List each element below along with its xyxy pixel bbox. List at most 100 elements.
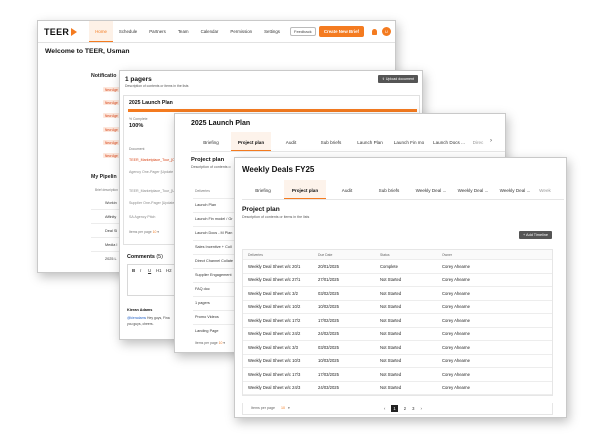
owner-cell: Corey Ahearne xyxy=(442,358,470,364)
delivery-cell: Weekly Deal Sheet w/c 17/3 xyxy=(248,371,301,377)
tab-audit[interactable]: Audit xyxy=(271,132,311,151)
owner-cell: Corey Ahearne xyxy=(442,263,470,269)
table-row[interactable]: Weekly Deal Sheet w/c 17/3 17/03/2025 Not … xyxy=(243,368,552,382)
tab-weekly-deal[interactable]: Weekly Deal ... xyxy=(410,180,452,199)
table-row[interactable]: Weekly Deal Sheet w/c 10/3 10/03/2025 Not … xyxy=(243,355,552,368)
tab-sub-briefs[interactable]: Sub briefs xyxy=(311,132,351,151)
table-row[interactable]: Weekly Deal Sheet w/c 27/1 27/01/2025 Not … xyxy=(243,274,552,287)
table-row[interactable]: Launch Fin model / Gr xyxy=(195,217,233,221)
nav-permission[interactable]: Permission xyxy=(224,21,258,42)
upload-document-button[interactable]: ⇪ Upload document xyxy=(377,75,418,83)
nav-team[interactable]: Team xyxy=(172,21,195,42)
column-header-due-date[interactable]: Due Date xyxy=(313,253,375,257)
due-date-cell: 27/01/2025 xyxy=(318,277,339,283)
feedback-button[interactable]: Feedback xyxy=(290,27,316,36)
table-row[interactable]: Weekly Deal Sheet w/c 3/2 03/02/2025 Not S… xyxy=(243,287,552,301)
project-title: Weekly Deals FY25 xyxy=(242,165,315,174)
tab-weekly-deal[interactable]: Weekly Deal ... xyxy=(494,180,536,199)
pipeline-row[interactable]: Workin xyxy=(105,201,117,205)
table-row[interactable]: Sales Incentive + Coll xyxy=(195,245,232,249)
nav-home[interactable]: Home xyxy=(89,21,113,42)
table-row[interactable]: Direct Channel Collate xyxy=(195,259,233,263)
tab-briefing[interactable]: Briefing xyxy=(191,132,231,151)
tab-direct[interactable]: Direc xyxy=(469,132,487,151)
progress-bar xyxy=(128,109,417,112)
tab-sub-briefs[interactable]: Sub briefs xyxy=(368,180,410,199)
welcome-heading: Welcome to TEER, Usman xyxy=(45,48,130,55)
tab-project-plan[interactable]: Project plan xyxy=(284,180,326,199)
prev-page-button[interactable]: ‹ xyxy=(384,406,385,411)
nav-calendar[interactable]: Calendar xyxy=(195,21,225,42)
pipeline-title: My Pipelin xyxy=(91,174,117,180)
document-link[interactable]: Agency One-Pager [Update xyxy=(129,170,173,174)
items-per-page-label: Items per page xyxy=(195,341,218,345)
tab-launch-fin-model[interactable]: Launch Fin mo xyxy=(389,132,429,151)
divider xyxy=(193,254,235,255)
nav-settings[interactable]: Settings xyxy=(258,21,286,42)
table-row[interactable]: Launch Docs - M Plan xyxy=(195,231,232,235)
pipeline-row[interactable]: 2025 L xyxy=(105,257,117,261)
italic-button[interactable]: I xyxy=(140,268,141,273)
status-cell: Not Started xyxy=(380,304,402,310)
tab-launch-plan[interactable]: Launch Plan xyxy=(351,132,389,151)
table-row[interactable]: Weekly Deal Sheet w/c 24/2 24/02/2025 Not … xyxy=(243,328,552,341)
pipeline-row[interactable]: Affinity xyxy=(105,215,116,219)
column-header-deliveries[interactable]: Deliveries xyxy=(243,253,313,257)
table-row[interactable]: Weekly Deal Sheet w/c 17/2 17/02/2025 Not … xyxy=(243,314,552,328)
document-link[interactable]: TEER_Marketplace_Tour_[Cli xyxy=(129,158,176,162)
table-row[interactable]: 1 pagers xyxy=(195,301,210,305)
delivery-cell: Weekly Deal Sheet w/c 10/2 xyxy=(248,304,301,310)
heading1-button[interactable]: H1 xyxy=(156,268,162,273)
table-row[interactable]: FAQ doc xyxy=(195,287,210,291)
top-navigation: TEER Home Schedule Partners Team Calenda… xyxy=(38,21,395,43)
pipeline-row[interactable]: Deal Sl xyxy=(105,229,117,233)
heading2-button[interactable]: H2 xyxy=(166,268,172,273)
pipeline-row[interactable]: Media I xyxy=(105,243,117,247)
teer-logo[interactable]: TEER xyxy=(44,27,78,37)
tab-project-plan[interactable]: Project plan xyxy=(231,132,271,151)
nav-schedule[interactable]: Schedule xyxy=(113,21,143,42)
page-3-button[interactable]: 3 xyxy=(412,406,414,411)
tab-weekly-deal[interactable]: Weekly Deal ... xyxy=(452,180,494,199)
notification-tag: New Age xyxy=(103,100,120,105)
bold-button[interactable]: B xyxy=(132,268,135,273)
tab-briefing[interactable]: Briefing xyxy=(242,180,284,199)
items-per-page[interactable]: Items per page 10 ▾ xyxy=(129,230,159,234)
table-row[interactable]: Landing Page xyxy=(195,329,218,333)
page-2-button[interactable]: 2 xyxy=(404,406,406,411)
items-per-page-value: 10 xyxy=(218,341,223,345)
tab-launch-docs[interactable]: Launch Docs ... xyxy=(429,132,469,151)
table-row[interactable]: Launch Plan xyxy=(195,203,216,207)
comment-mention[interactable]: @kieradams xyxy=(127,316,146,320)
table-row[interactable]: Weekly Deal Sheet w/c 20/1 20/01/2025 Comp… xyxy=(243,260,552,274)
tab-audit[interactable]: Audit xyxy=(326,180,368,199)
column-header-owner[interactable]: Owner xyxy=(437,253,552,257)
table-row[interactable]: Promo Videos xyxy=(195,315,219,319)
table-row[interactable]: Weekly Deal Sheet w/c 3/3 03/03/2025 Not S… xyxy=(243,341,552,355)
delivery-cell: Weekly Deal Sheet w/c 10/3 xyxy=(248,358,301,364)
next-page-button[interactable]: › xyxy=(420,406,421,411)
document-link[interactable]: TEER_Marketplace_Tour_[Up xyxy=(129,189,177,193)
column-header-status[interactable]: Status xyxy=(375,253,437,257)
document-link[interactable]: SA Agency Pitch xyxy=(129,215,155,219)
underline-button[interactable]: U xyxy=(148,268,151,273)
items-per-page[interactable]: Items per page 10 ▾ xyxy=(195,341,225,345)
nav-partners[interactable]: Partners xyxy=(143,21,172,42)
table-row[interactable]: Weekly Deal Sheet w/c 10/2 10/02/2025 Not … xyxy=(243,301,552,314)
page-1-button[interactable]: 1 xyxy=(391,405,398,412)
chevron-right-icon[interactable]: › xyxy=(487,132,492,151)
table-row[interactable]: Supplier Engagement xyxy=(195,273,232,277)
table-row[interactable]: Weekly Deal Sheet w/c 24/3 24/03/2025 Not … xyxy=(243,382,552,395)
avatar[interactable]: U xyxy=(382,27,391,36)
comment-body-continued: you guys, cheers. xyxy=(127,322,154,326)
tab-week[interactable]: Week xyxy=(536,180,554,199)
section-description: Description of contents o xyxy=(191,165,231,169)
bell-icon[interactable] xyxy=(372,28,377,35)
add-timeline-button[interactable]: + Add Timeline xyxy=(518,231,552,239)
status-cell: Not Started xyxy=(380,358,402,364)
create-brief-button[interactable]: Create New Brief xyxy=(318,26,364,37)
section-description: Description of contents or items in the … xyxy=(242,215,310,219)
document-link[interactable]: Supplier One-Pager [Update xyxy=(129,201,174,205)
notifications-title: Notificatio xyxy=(91,73,117,79)
items-per-page[interactable]: Items per page 10 ▾ xyxy=(248,406,290,410)
